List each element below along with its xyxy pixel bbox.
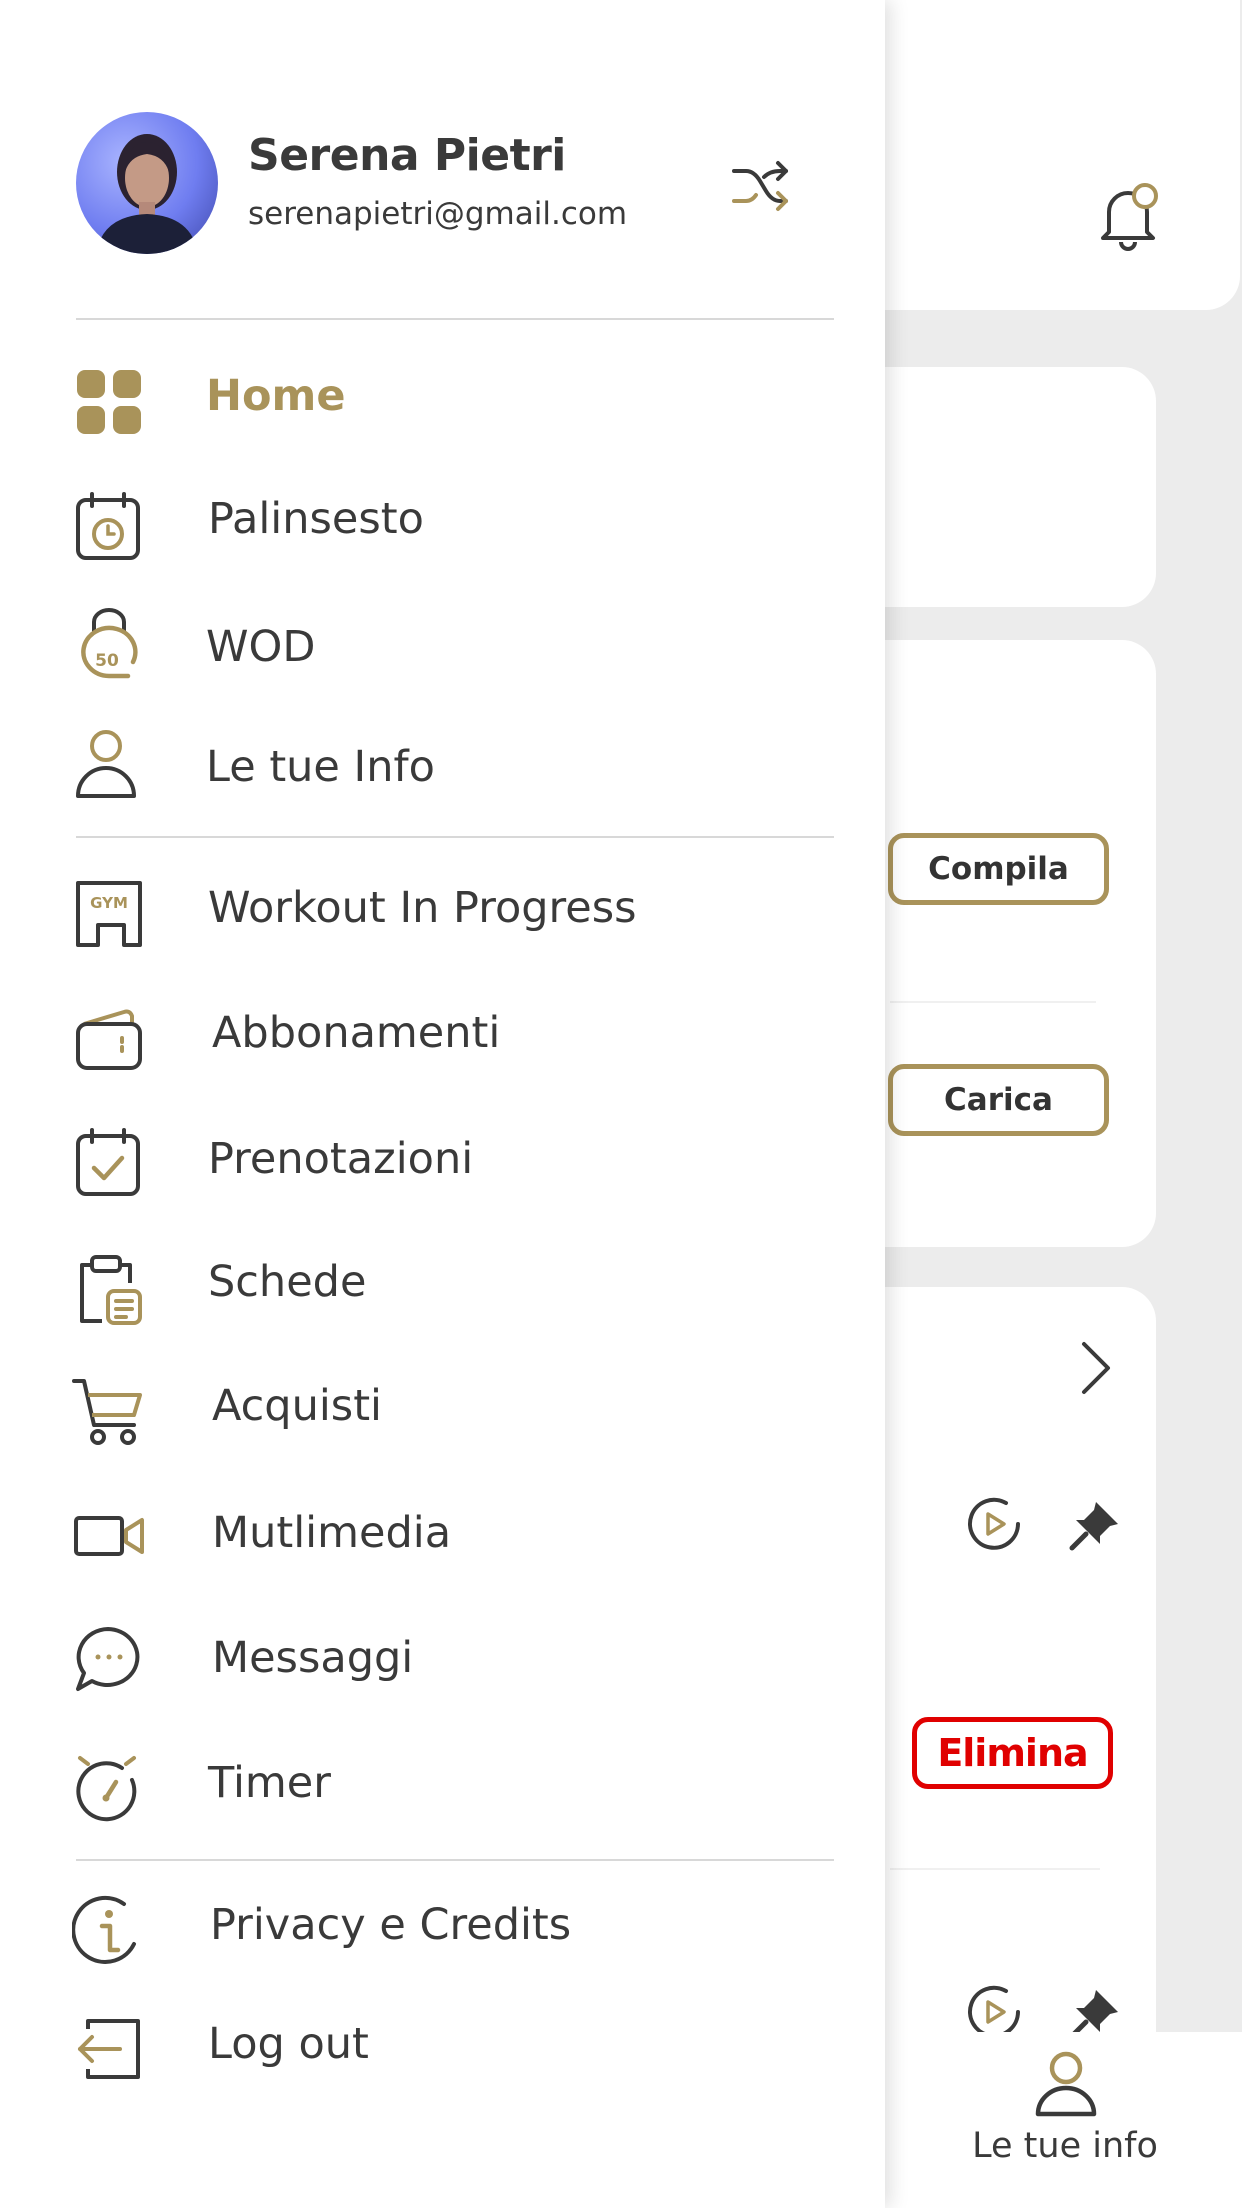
bell-icon[interactable]: [1095, 180, 1161, 254]
user-name: Serena Pietri: [248, 130, 566, 181]
chevron-right-icon[interactable]: [1076, 1338, 1116, 1398]
menu-item-prenotazioni[interactable]: Prenotazioni: [0, 1110, 885, 1210]
divider: [76, 836, 834, 838]
divider: [890, 1001, 1096, 1003]
menu-label: Palinsesto: [208, 494, 424, 544]
wallet-icon: [72, 1000, 146, 1074]
shuffle-icon[interactable]: [730, 157, 790, 213]
menu-label: Abbonamenti: [212, 1008, 501, 1058]
user-icon: [72, 728, 146, 802]
menu-item-log-out[interactable]: Log out: [0, 1995, 885, 2095]
user-email: serenapietri@gmail.com: [248, 196, 628, 232]
divider: [76, 1859, 834, 1861]
bottom-tab-label: Le tue info: [972, 2126, 1158, 2166]
menu-item-timer[interactable]: Timer: [0, 1734, 885, 1834]
elimina-button[interactable]: Elimina: [912, 1717, 1113, 1789]
menu-label: Messaggi: [212, 1633, 414, 1683]
home-grid-icon: [72, 365, 146, 439]
menu-label: Privacy e Credits: [210, 1900, 572, 1950]
play-circle-icon[interactable]: [962, 1492, 1026, 1556]
divider: [76, 318, 834, 320]
menu-label: Schede: [208, 1257, 367, 1307]
menu-item-abbonamenti[interactable]: Abbonamenti: [0, 984, 885, 1084]
menu-item-le-tue-info[interactable]: Le tue Info: [0, 718, 885, 818]
pin-icon[interactable]: [1066, 1496, 1124, 1554]
menu-label: Workout In Progress: [208, 883, 637, 933]
menu-item-mutlimedia[interactable]: Mutlimedia: [0, 1484, 885, 1584]
compila-button[interactable]: Compila: [888, 833, 1109, 905]
menu-item-wod[interactable]: 50 WOD: [0, 598, 885, 698]
svg-text:GYM: GYM: [90, 894, 128, 912]
svg-text:50: 50: [95, 651, 119, 671]
menu-item-palinsesto[interactable]: Palinsesto: [0, 470, 885, 570]
calendar-check-icon: [72, 1126, 146, 1200]
user-icon: [1035, 2051, 1097, 2117]
menu-label: WOD: [206, 622, 316, 672]
clipboard-icon: [72, 1253, 146, 1327]
logout-icon: [72, 2009, 146, 2083]
chat-bubble-icon: [72, 1623, 146, 1697]
kettlebell-icon: 50: [72, 608, 146, 682]
menu-item-schede[interactable]: Schede: [0, 1233, 885, 1333]
navigation-drawer: Serena Pietri serenapietri@gmail.com Hom…: [0, 0, 885, 2208]
menu-item-workout-in-progress[interactable]: GYM Workout In Progress: [0, 859, 885, 959]
divider: [890, 1868, 1100, 1870]
menu-item-messaggi[interactable]: Messaggi: [0, 1609, 885, 1709]
menu-item-home[interactable]: Home: [0, 347, 885, 447]
video-camera-icon: [72, 1498, 146, 1572]
menu-label: Acquisti: [212, 1381, 383, 1431]
carica-button[interactable]: Carica: [888, 1064, 1109, 1136]
menu-label: Le tue Info: [206, 742, 435, 792]
menu-label: Timer: [208, 1758, 331, 1808]
calendar-clock-icon: [72, 490, 146, 564]
menu-item-privacy-e-credits[interactable]: Privacy e Credits: [0, 1876, 885, 1976]
menu-item-acquisti[interactable]: Acquisti: [0, 1357, 885, 1457]
avatar[interactable]: [76, 112, 218, 254]
gym-building-icon: GYM: [72, 875, 146, 949]
stopwatch-icon: [72, 1750, 146, 1824]
cart-icon: [72, 1373, 146, 1447]
info-icon: [72, 1894, 146, 1968]
menu-label: Home: [206, 371, 346, 421]
menu-label: Mutlimedia: [212, 1508, 452, 1558]
menu-label: Prenotazioni: [208, 1134, 474, 1184]
menu-label: Log out: [208, 2019, 369, 2069]
